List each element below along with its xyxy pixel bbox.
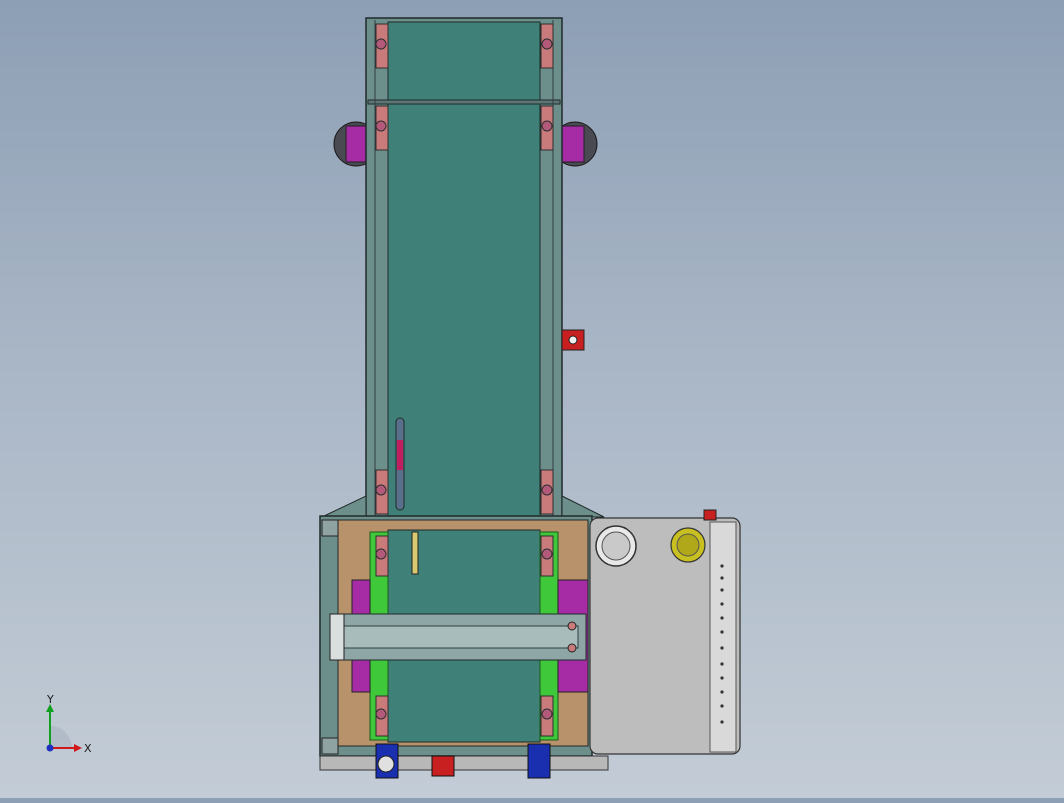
cad-viewport[interactable]: Y X <box>0 0 1064 798</box>
right-wheel-bracket <box>561 125 585 163</box>
guide-rod <box>411 531 419 575</box>
motor-cap-inner <box>676 533 700 557</box>
x-axis-arrow <box>74 744 82 752</box>
upper-conveyor[interactable] <box>333 17 598 519</box>
upper-belt-divider <box>367 99 561 105</box>
red-knob[interactable] <box>703 509 717 521</box>
corner-bracket-bottom-left <box>321 737 339 755</box>
left-wheel-bracket <box>345 125 369 163</box>
right-gusset <box>561 495 605 518</box>
shaft-bolt-bottom <box>567 643 577 653</box>
x-axis-label: X <box>84 742 92 755</box>
cross-shaft-inner <box>343 625 579 649</box>
z-axis-dot <box>46 744 54 752</box>
red-sensor-hole <box>568 335 578 345</box>
corner-bracket-top-left <box>321 519 339 537</box>
coordinate-triad: Y X <box>46 693 92 755</box>
triad-arc <box>50 726 72 748</box>
cross-shaft-end <box>329 613 345 661</box>
base-assembly[interactable] <box>319 495 741 779</box>
main-belt[interactable] <box>387 103 541 517</box>
red-block-center[interactable] <box>431 755 455 777</box>
gray-port-inner <box>601 531 631 561</box>
left-gusset <box>321 495 367 518</box>
bottom-rail[interactable] <box>319 755 609 771</box>
y-axis-label: Y <box>46 693 54 706</box>
upper-belt[interactable] <box>387 21 541 101</box>
slot-indicator <box>397 440 403 470</box>
blue-block-right[interactable] <box>527 743 551 779</box>
hex-knob[interactable] <box>377 755 395 773</box>
shaft-bolt-top <box>567 621 577 631</box>
control-strip[interactable] <box>709 521 737 753</box>
conveyor-assembly-drawing[interactable]: Y X <box>0 0 1064 798</box>
